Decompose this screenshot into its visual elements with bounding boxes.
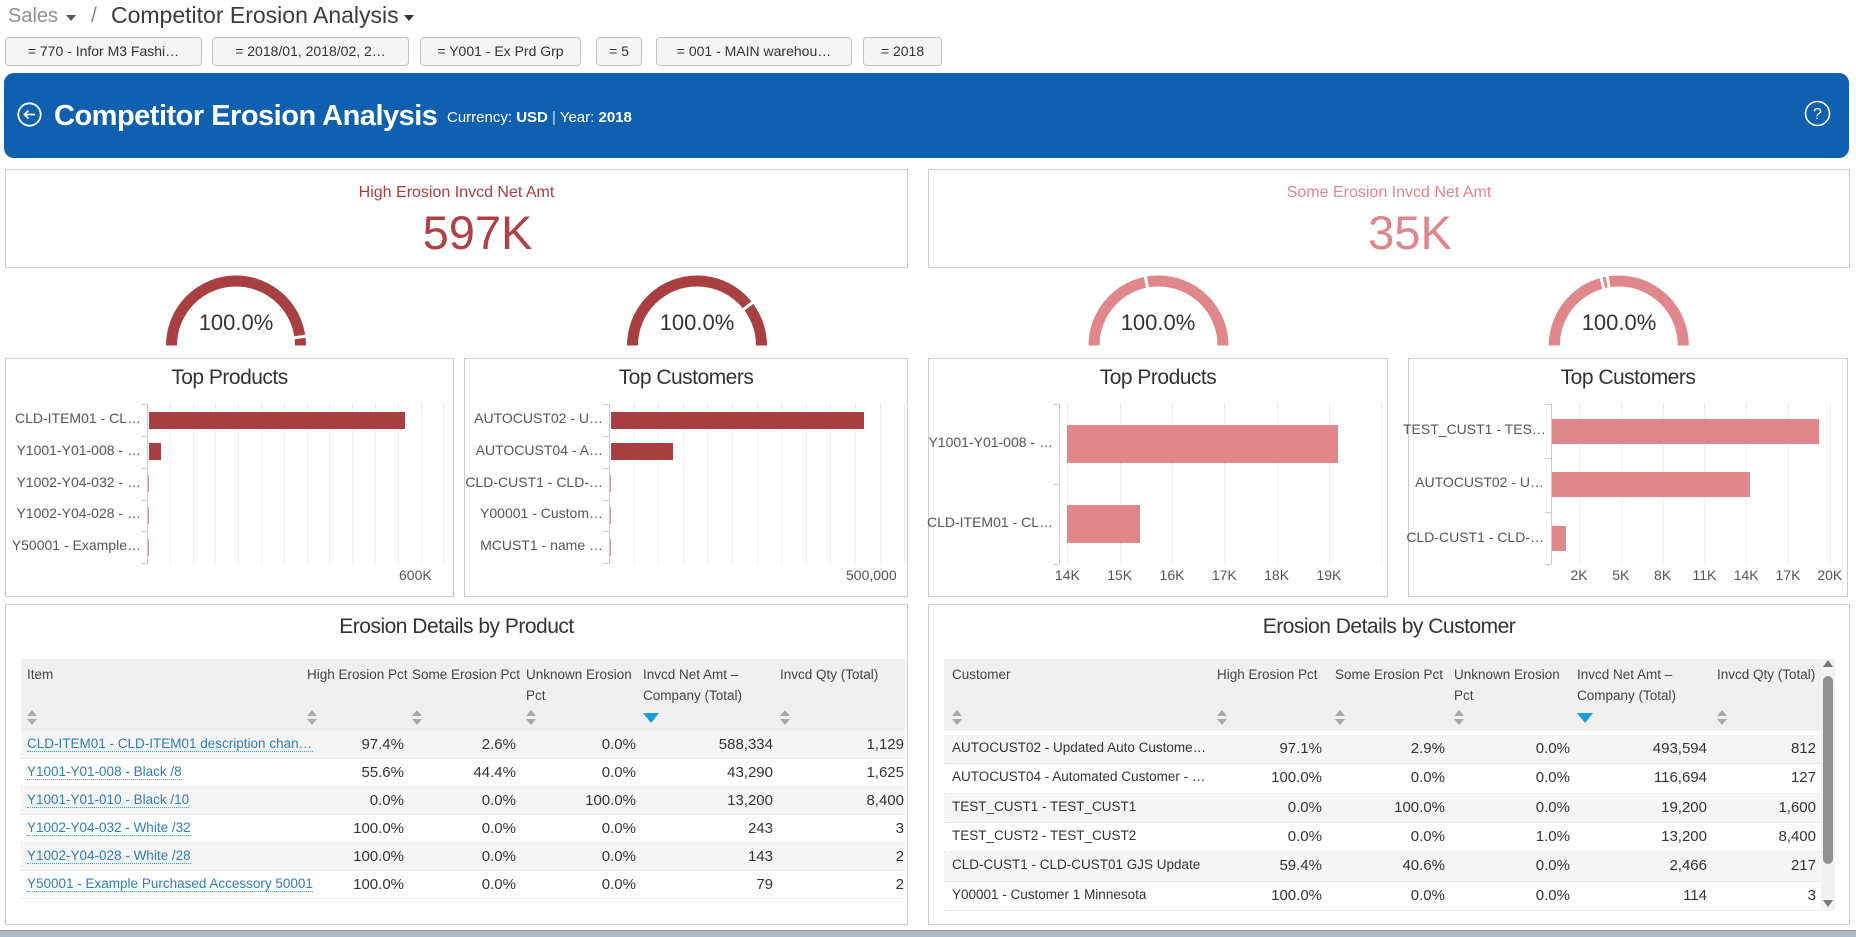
svg-text:?: ?: [1813, 106, 1822, 123]
